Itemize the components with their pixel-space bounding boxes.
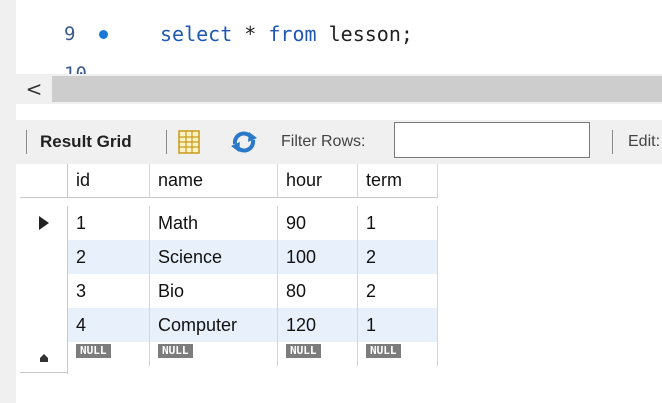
cell-hour-null[interactable]: NULL — [278, 342, 358, 366]
cell-id[interactable]: 3 — [68, 274, 150, 308]
column-header-name[interactable]: name — [150, 164, 278, 198]
edit-label: Edit: — [628, 133, 661, 150]
scroll-left-arrow-icon[interactable]: < — [22, 76, 46, 102]
current-row-arrow-icon[interactable] — [20, 206, 68, 240]
editor-left-margin — [0, 0, 16, 403]
row-indicator[interactable] — [20, 274, 68, 308]
toolbar-separator — [166, 130, 167, 154]
new-row-marker-icon — [39, 354, 48, 362]
cell-hour[interactable]: 80 — [278, 274, 358, 308]
cell-name[interactable]: Science — [150, 240, 278, 274]
null-badge: NULL — [76, 344, 111, 358]
cell-name[interactable]: Bio — [150, 274, 278, 308]
editor-horizontal-scrollbar[interactable]: < — [16, 74, 662, 104]
cell-name-null[interactable]: NULL — [150, 342, 278, 366]
result-grid-tab[interactable]: Result Grid — [40, 132, 132, 152]
cell-name[interactable]: Math — [150, 206, 278, 240]
line-number: 9 — [64, 23, 76, 45]
grid-layout-icon[interactable] — [178, 130, 200, 154]
refresh-icon[interactable] — [229, 130, 259, 154]
code-star: * — [244, 22, 257, 46]
null-badge: NULL — [366, 344, 401, 358]
code-text[interactable]: select * from lesson; — [160, 22, 413, 46]
column-header-id[interactable]: id — [68, 164, 150, 198]
cell-term[interactable]: 2 — [358, 274, 438, 308]
statement-dot-icon — [99, 29, 108, 39]
cell-hour[interactable]: 100 — [278, 240, 358, 274]
cell-term[interactable]: 1 — [358, 308, 438, 342]
row-indicator[interactable] — [20, 240, 68, 274]
keyword-from: from — [268, 22, 317, 46]
keyword-select: select — [160, 22, 233, 46]
toolbar-separator — [26, 130, 27, 154]
filter-rows-label: Filter Rows: — [281, 133, 366, 150]
row-indicator-header — [20, 164, 68, 198]
scrollbar-thumb[interactable] — [52, 76, 662, 102]
null-badge: NULL — [286, 344, 321, 358]
toolbar-separator — [612, 130, 613, 154]
cell-hour[interactable]: 120 — [278, 308, 358, 342]
result-toolbar: Result Grid Filter Rows: Edit: — [16, 120, 662, 164]
null-badge: NULL — [158, 344, 193, 358]
cell-term[interactable]: 2 — [358, 240, 438, 274]
column-header-term[interactable]: term — [358, 164, 438, 198]
cell-name[interactable]: Computer — [150, 308, 278, 342]
cell-id[interactable]: 2 — [68, 240, 150, 274]
row-indicator[interactable] — [20, 308, 68, 342]
cell-hour[interactable]: 90 — [278, 206, 358, 240]
play-arrow-icon — [38, 216, 49, 230]
filter-rows-input[interactable] — [394, 122, 590, 158]
new-row-indicator-icon[interactable] — [20, 342, 68, 374]
cell-term[interactable]: 1 — [358, 206, 438, 240]
sql-editor[interactable]: 9 select * from lesson; 10 — [16, 0, 662, 76]
grid-bottom-border — [20, 372, 68, 373]
code-table-name: lesson; — [328, 22, 413, 46]
cell-id-null[interactable]: NULL — [68, 342, 150, 366]
cell-id[interactable]: 1 — [68, 206, 150, 240]
cell-term-null[interactable]: NULL — [358, 342, 438, 366]
cell-id[interactable]: 4 — [68, 308, 150, 342]
column-header-hour[interactable]: hour — [278, 164, 358, 198]
